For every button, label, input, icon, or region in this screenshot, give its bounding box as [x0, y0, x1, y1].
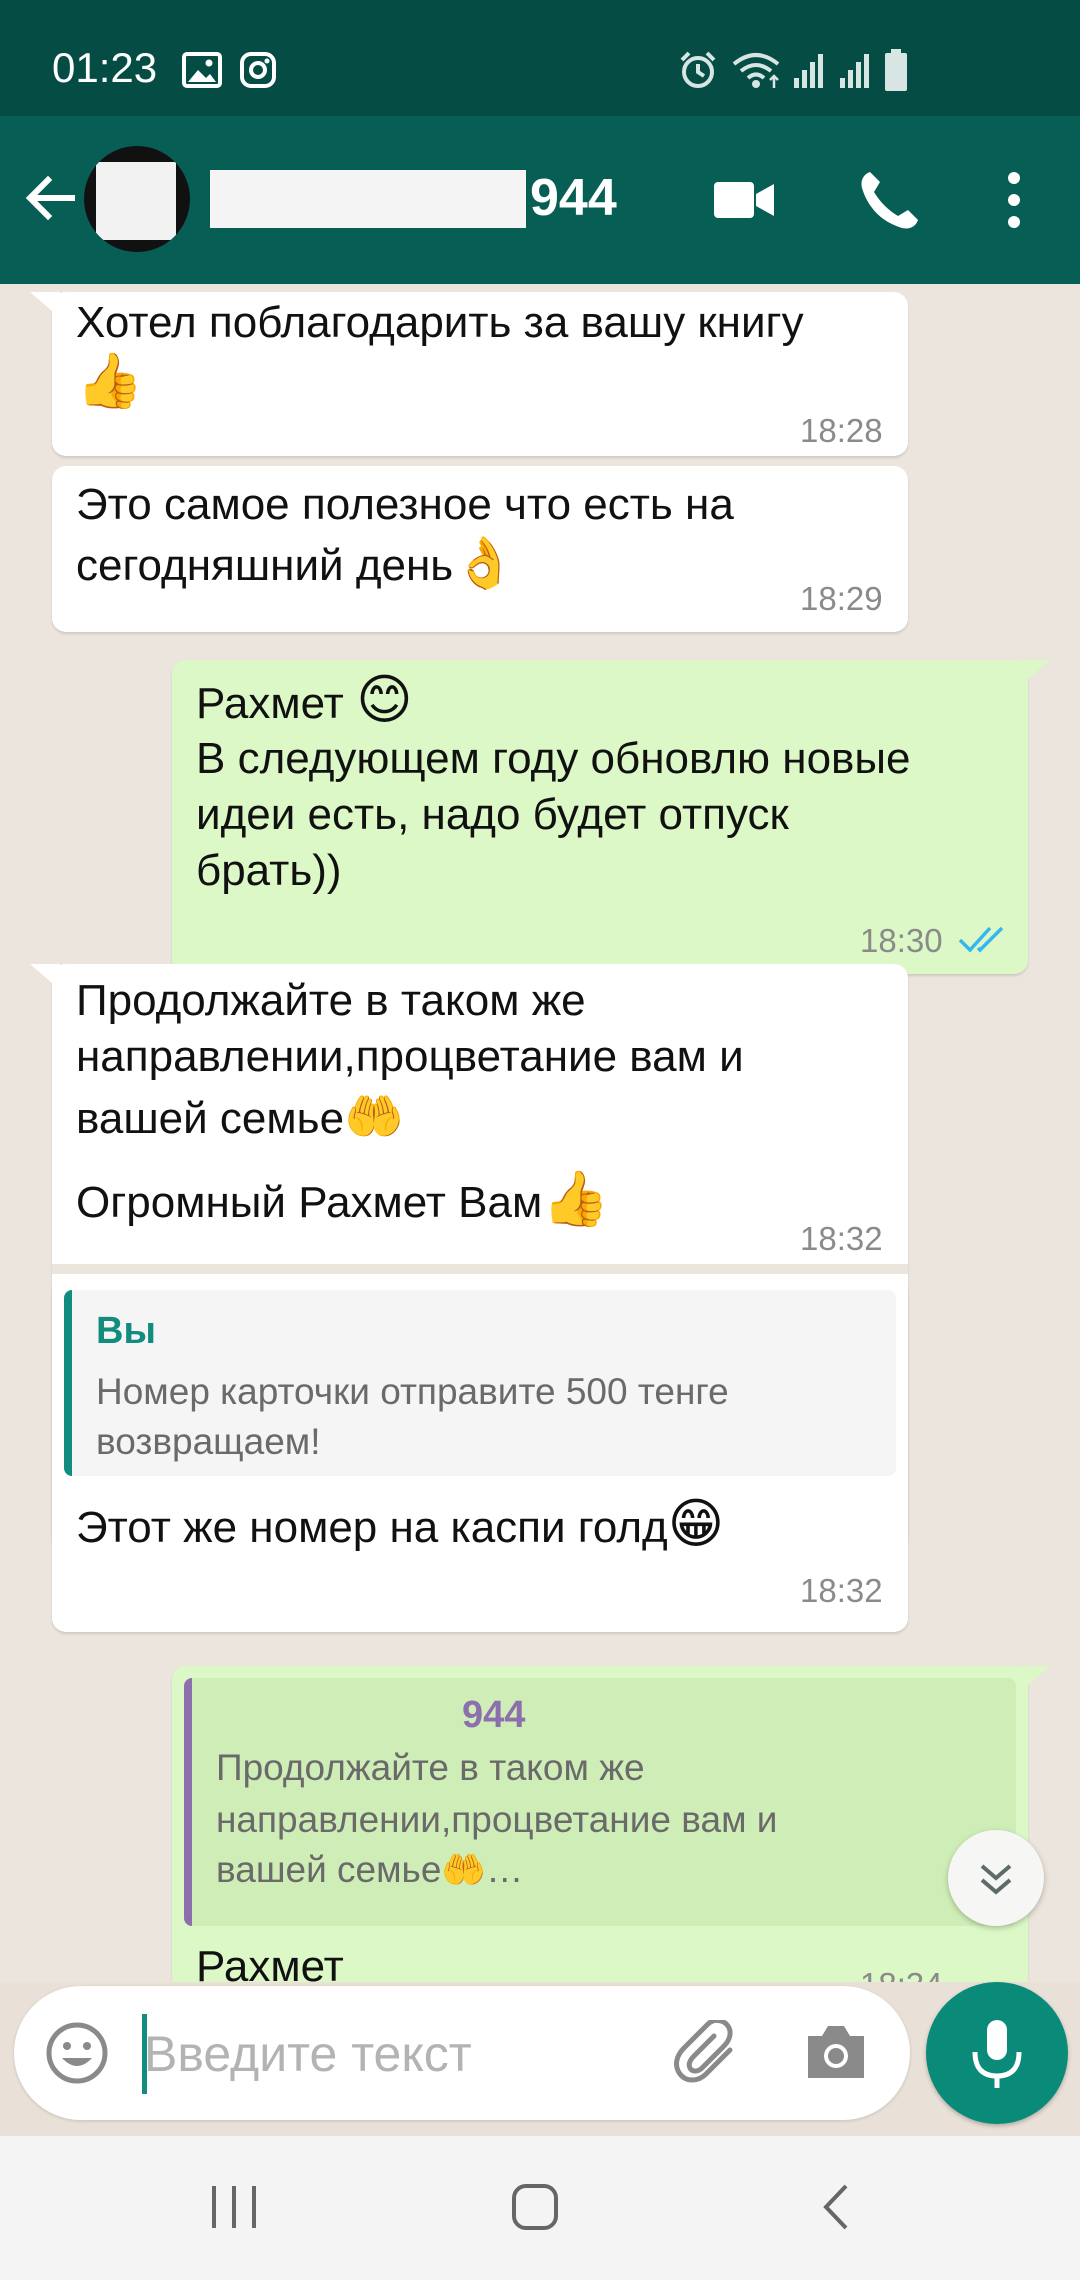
- message-input[interactable]: [144, 2016, 664, 2092]
- message-time: 18:32: [800, 1220, 883, 1257]
- scroll-to-bottom-button[interactable]: [948, 1830, 1044, 1926]
- quote-line: вашей семье🤲…: [216, 1844, 523, 1895]
- avatar[interactable]: [84, 146, 190, 252]
- camera-icon[interactable]: [804, 2022, 868, 2082]
- system-navigation-bar: [0, 2136, 1080, 2280]
- contact-name-redaction: [210, 170, 526, 228]
- message-text: Рахмет: [196, 679, 344, 728]
- alarm-icon: [680, 51, 716, 88]
- signal-icon: [794, 54, 823, 88]
- read-ticks-icon: [958, 926, 1004, 953]
- message-text: Рахмет: [196, 1942, 344, 1982]
- back-arrow-icon[interactable]: [18, 166, 82, 230]
- quoted-message[interactable]: 944 Продолжайте в таком же направлении,п…: [184, 1678, 1016, 1926]
- message-text: идеи есть, надо будет отпуск: [196, 790, 789, 839]
- instagram-icon: [240, 52, 276, 88]
- quote-text: Номер карточки отправите 500 тенге: [96, 1371, 729, 1412]
- quote-text: вашей семье: [216, 1849, 442, 1890]
- bubble-tail: [1020, 660, 1050, 686]
- message-line: вашей семье🤲: [76, 1088, 404, 1148]
- bubble-tail: [1020, 1666, 1050, 1692]
- quote-ellipsis: …: [486, 1849, 524, 1890]
- palms-up-emoji: 🤲: [344, 1091, 404, 1144]
- quote-author: 944: [462, 1694, 526, 1736]
- back-nav-icon[interactable]: [810, 2182, 866, 2234]
- message-line: Рахмет 😊: [196, 668, 413, 733]
- phone-icon[interactable]: [852, 164, 924, 236]
- message-time: 18:29: [800, 580, 883, 617]
- thumbs-up-emoji: 👍: [542, 1169, 610, 1229]
- message-outgoing[interactable]: 944 Продолжайте в таком же направлении,п…: [172, 1666, 1028, 1982]
- message-text: Этот же номер на каспи голд: [76, 1503, 668, 1552]
- message-text: Продолжайте в таком же: [76, 976, 586, 1025]
- palms-up-emoji: 🤲: [441, 1849, 487, 1890]
- message-incoming[interactable]: Это самое полезное что есть на сегодняшн…: [52, 466, 908, 632]
- quote-author: Вы: [96, 1310, 156, 1352]
- message-incoming[interactable]: Вы Номер карточки отправите 500 тенге во…: [52, 1278, 908, 1632]
- message-time: 18:28: [800, 412, 883, 449]
- contact-name[interactable]: 944: [530, 168, 617, 228]
- quoted-message[interactable]: Вы Номер карточки отправите 500 тенге во…: [64, 1290, 896, 1476]
- mic-icon: [972, 2020, 1022, 2088]
- message-text: вашей семье: [76, 1094, 345, 1143]
- message-text: Хотел поблагодарить за вашу книгу: [76, 298, 804, 347]
- ok-hand-emoji: 👌: [453, 535, 516, 591]
- emoji-icon[interactable]: [44, 2020, 110, 2086]
- message-time: 18:32: [800, 1572, 883, 1609]
- attach-icon[interactable]: [674, 2020, 746, 2090]
- message-text: направлении,процветание вам и: [76, 1032, 744, 1081]
- video-call-icon[interactable]: [708, 164, 780, 236]
- quote-text: Продолжайте в таком же: [216, 1747, 645, 1788]
- message-line: Этот же номер на каспи голд😁: [76, 1492, 724, 1557]
- double-chevron-down-icon: [980, 1864, 1012, 1895]
- grin-emoji: 😁: [667, 1494, 725, 1554]
- message-text: сегодняшний день: [76, 541, 454, 590]
- quote-bar: [64, 1290, 72, 1476]
- message-text: Огромный Рахмет Вам: [76, 1178, 543, 1227]
- message-text: брать)): [196, 846, 342, 895]
- quote-text: направлении,процветание вам и: [216, 1799, 778, 1840]
- message-composer: [14, 1986, 910, 2120]
- status-bar: 01:23: [0, 0, 1080, 116]
- message-line: сегодняшний день👌: [76, 534, 515, 595]
- message-text: В следующем году обновлю новые: [196, 734, 911, 783]
- message-outgoing[interactable]: Рахмет 😊 В следующем году обновлю новые …: [172, 660, 1028, 974]
- voice-record-button[interactable]: [926, 1982, 1068, 2124]
- chat-header: 944: [0, 116, 1080, 284]
- wifi-icon: [732, 53, 780, 88]
- bubble-gap: [52, 1264, 908, 1274]
- bubble-tail: [30, 292, 60, 318]
- signal-icon: [840, 54, 869, 88]
- home-icon[interactable]: [508, 2182, 564, 2234]
- thumbs-up-emoji: 👍: [76, 351, 144, 411]
- more-vert-icon[interactable]: [978, 164, 1050, 236]
- bubble-tail: [30, 964, 60, 990]
- image-icon: [182, 52, 222, 88]
- recents-icon[interactable]: [206, 2182, 262, 2234]
- message-text: Это самое полезное что есть на: [76, 480, 734, 529]
- smile-emoji: 😊: [356, 670, 413, 730]
- avatar-redaction: [96, 162, 176, 240]
- message-line: Огромный Рахмет Вам👍: [76, 1168, 610, 1232]
- message-time: 18:34: [860, 1966, 943, 1982]
- chat-area[interactable]: Хотел поблагодарить за вашу книгу 👍 18:2…: [0, 284, 1080, 1982]
- message-incoming[interactable]: Хотел поблагодарить за вашу книгу 👍 18:2…: [52, 292, 908, 456]
- quote-bar: [184, 1678, 192, 1926]
- status-time: 01:23: [52, 44, 158, 91]
- message-time: 18:30: [860, 922, 943, 959]
- quote-text: возвращаем!: [96, 1421, 321, 1462]
- battery-icon: [885, 49, 907, 91]
